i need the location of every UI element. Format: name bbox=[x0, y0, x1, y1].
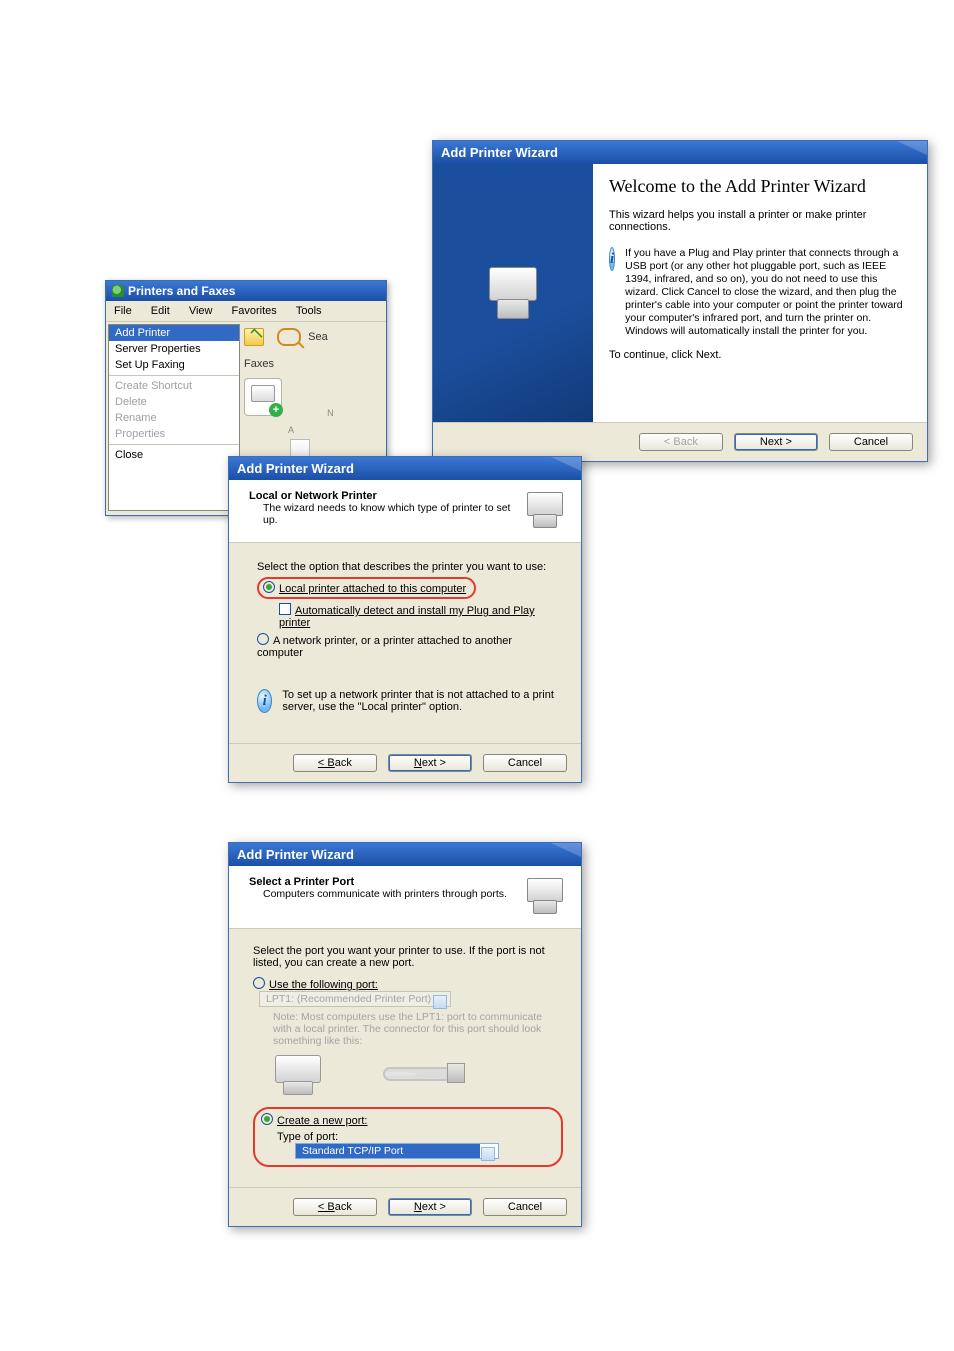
cancel-button[interactable]: Cancel bbox=[483, 754, 567, 772]
info-icon: i bbox=[257, 689, 272, 713]
add-printer-icon[interactable] bbox=[244, 378, 282, 416]
menu-favorites[interactable]: Favorites bbox=[224, 303, 285, 319]
next-button[interactable]: Next > bbox=[734, 433, 818, 451]
wizard-step-subtitle: The wizard needs to know which type of p… bbox=[263, 502, 517, 526]
wizard-step-title: Select a Printer Port bbox=[249, 876, 507, 888]
radio-local-printer-label[interactable]: Local printer attached to this computer bbox=[279, 583, 466, 595]
printer-icon bbox=[525, 876, 567, 918]
menu-file[interactable]: File bbox=[106, 303, 140, 319]
wizard-heading: Welcome to the Add Printer Wizard bbox=[609, 176, 909, 197]
back-button[interactable]: < Back bbox=[293, 1198, 377, 1216]
radio-use-following-port-label[interactable]: Use the following port: bbox=[269, 979, 378, 991]
next-button[interactable]: Next > bbox=[388, 1198, 472, 1216]
radio-use-following-port[interactable] bbox=[253, 977, 265, 989]
menu-item-server-properties[interactable]: Server Properties bbox=[109, 341, 239, 357]
back-button: < Back bbox=[639, 433, 723, 451]
up-folder-icon[interactable] bbox=[244, 328, 264, 346]
search-hint: Sea bbox=[308, 331, 328, 343]
dialog-title: Add Printer Wizard bbox=[229, 457, 581, 480]
prompt-text: Select the option that describes the pri… bbox=[257, 561, 559, 573]
wizard-note-text: To set up a network printer that is not … bbox=[282, 689, 559, 713]
wizard-intro-text: This wizard helps you install a printer … bbox=[609, 209, 909, 233]
radio-create-new-port-label[interactable]: Create a new port: bbox=[277, 1115, 368, 1127]
radio-network-printer[interactable] bbox=[257, 633, 269, 645]
prompt-text: Select the port you want your printer to… bbox=[253, 945, 563, 969]
menu-item-create-shortcut: Create Shortcut bbox=[109, 378, 239, 394]
icon-label-n: N bbox=[327, 408, 334, 418]
menu-item-properties: Properties bbox=[109, 426, 239, 442]
dialog-title: Add Printer Wizard bbox=[229, 843, 581, 866]
next-button[interactable]: Next > bbox=[388, 754, 472, 772]
type-of-port-label: Type of port: bbox=[277, 1131, 338, 1143]
highlight-ring: Create a new port: Type of port: Standar… bbox=[253, 1107, 563, 1167]
menu-bar: File Edit View Favorites Tools bbox=[106, 301, 386, 322]
checkbox-auto-detect-label[interactable]: Automatically detect and install my Plug… bbox=[279, 605, 535, 629]
wizard-step-subtitle: Computers communicate with printers thro… bbox=[263, 888, 507, 900]
menu-view[interactable]: View bbox=[181, 303, 221, 319]
printer-icon bbox=[273, 1053, 325, 1097]
radio-network-printer-label[interactable]: A network printer, or a printer attached… bbox=[257, 635, 512, 659]
radio-local-printer[interactable] bbox=[263, 581, 275, 593]
highlight-ring: Local printer attached to this computer bbox=[257, 577, 476, 599]
icon-label-a: A bbox=[288, 425, 382, 435]
checkbox-auto-detect[interactable] bbox=[279, 603, 291, 615]
port-type-dropdown[interactable]: Standard TCP/IP Port bbox=[295, 1143, 499, 1159]
search-icon[interactable] bbox=[277, 328, 301, 346]
menu-tools[interactable]: Tools bbox=[288, 303, 330, 319]
add-printer-wizard-local-or-network: Add Printer Wizard Local or Network Prin… bbox=[228, 456, 582, 783]
cancel-button[interactable]: Cancel bbox=[483, 1198, 567, 1216]
menu-edit[interactable]: Edit bbox=[143, 303, 178, 319]
port-illustration bbox=[273, 1053, 563, 1097]
printer-icon bbox=[483, 263, 543, 323]
wizard-step-title: Local or Network Printer bbox=[249, 490, 517, 502]
window-title: Printers and Faxes bbox=[106, 281, 386, 301]
add-printer-wizard-select-port: Add Printer Wizard Select a Printer Port… bbox=[228, 842, 582, 1227]
cable-icon bbox=[379, 1053, 465, 1097]
port-dropdown-disabled: LPT1: (Recommended Printer Port) bbox=[259, 991, 451, 1007]
file-menu-dropdown: Add Printer Server Properties Set Up Fax… bbox=[108, 324, 240, 511]
info-icon: i bbox=[609, 247, 615, 271]
address-label: Faxes bbox=[244, 358, 382, 370]
wizard-info-text: If you have a Plug and Play printer that… bbox=[625, 247, 909, 339]
menu-item-close[interactable]: Close bbox=[109, 447, 239, 463]
port-note-text: Note: Most computers use the LPT1: port … bbox=[273, 1011, 563, 1047]
menu-item-set-up-faxing[interactable]: Set Up Faxing bbox=[109, 357, 239, 373]
add-printer-wizard-welcome: Add Printer Wizard Welcome to the Add Pr… bbox=[432, 140, 928, 462]
menu-item-add-printer[interactable]: Add Printer bbox=[109, 325, 239, 341]
wizard-continue-text: To continue, click Next. bbox=[609, 349, 909, 361]
radio-create-new-port[interactable] bbox=[261, 1113, 273, 1125]
menu-item-rename: Rename bbox=[109, 410, 239, 426]
cancel-button[interactable]: Cancel bbox=[829, 433, 913, 451]
back-button[interactable]: < Back bbox=[293, 754, 377, 772]
printer-icon bbox=[525, 490, 567, 532]
dialog-title: Add Printer Wizard bbox=[433, 141, 927, 164]
menu-item-delete: Delete bbox=[109, 394, 239, 410]
wizard-sidebar-graphic bbox=[433, 164, 593, 422]
